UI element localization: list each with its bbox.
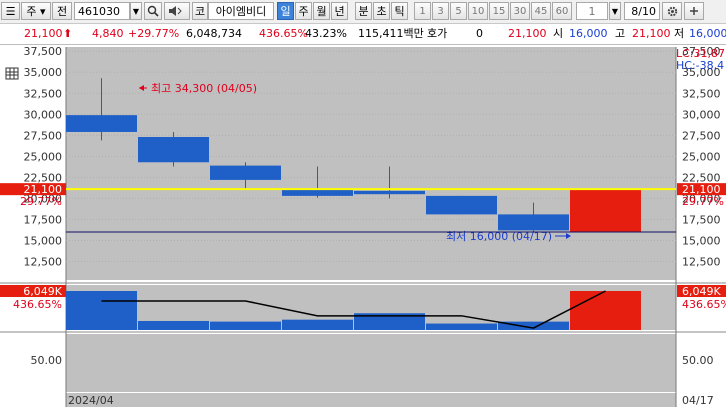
hoga-value: 0 — [476, 27, 483, 40]
period-second-tab[interactable]: 초 — [373, 2, 390, 20]
date-axis-panel — [66, 393, 676, 407]
market-select-label: 주 — [26, 5, 37, 18]
y-tick-label-right: 25,000 — [682, 150, 721, 163]
current-rate-label-left: 29.77% — [20, 195, 62, 208]
quote-bar: 21,100 ⬆ 4,840 +29.77% 6,048,734 436.65%… — [0, 24, 726, 45]
period-year-tab[interactable]: 년 — [331, 2, 348, 20]
y-tick-label-left: 35,000 — [24, 66, 63, 79]
y-tick-label-left: 32,500 — [24, 87, 63, 100]
current-price: 21,100 — [24, 27, 63, 40]
search-icon[interactable] — [144, 2, 162, 20]
candle-body — [282, 189, 353, 196]
indicator-panel — [66, 334, 676, 392]
low-label: 저 — [674, 27, 685, 40]
volume-max-label-left: 6,049K — [23, 285, 62, 298]
volume-bar — [210, 321, 281, 330]
volume-rate-label-left: 436.65% — [13, 298, 62, 311]
y-tick-label-left: 15,000 — [24, 234, 63, 247]
gear-icon[interactable] — [662, 2, 682, 20]
toolbar: ☰ 주 ▾ 전 461030 ▼ 코 아이엠비디 일 주 월 년 분 초 틱 1… — [0, 0, 726, 24]
candle-body — [354, 190, 425, 195]
code-dropdown-icon[interactable]: ▼ — [130, 2, 142, 20]
x-start-label: 2024/04 — [68, 394, 114, 407]
hoga-label: 호가 — [427, 27, 448, 40]
max-annotation-text: 최고 34,300 (04/05) — [151, 82, 257, 95]
period-minute-tab[interactable]: 분 — [355, 2, 372, 20]
y-tick-label-left: 37,500 — [24, 45, 63, 58]
y-tick-label-right: 15,000 — [682, 234, 721, 247]
open-value: 16,000 — [569, 27, 608, 40]
stock-name: 아이엠비디 — [208, 2, 274, 20]
interval-15-button[interactable]: 15 — [489, 2, 509, 20]
volume-max-label-right: 6,049K — [682, 285, 721, 298]
candle-body — [66, 115, 137, 132]
volume-bar — [66, 291, 137, 330]
volume-bar — [282, 319, 353, 330]
volume-bar — [570, 291, 641, 330]
plus-icon[interactable] — [684, 2, 704, 20]
interval-1-button[interactable]: 1 — [414, 2, 431, 20]
period-week-tab[interactable]: 주 — [295, 2, 312, 20]
y-tick-label-left: 27,500 — [24, 129, 63, 142]
interval-30-button[interactable]: 30 — [510, 2, 530, 20]
open-label: 시 — [553, 27, 564, 40]
x-end-label: 04/17 — [682, 394, 714, 407]
candle-body — [426, 195, 497, 215]
candle-body — [210, 165, 281, 180]
indicator-tick-right: 50.00 — [682, 354, 714, 367]
low-value: 16,000 — [689, 27, 726, 40]
hc-label: HC:-38,4 — [676, 59, 724, 72]
change-amount: 4,840 — [92, 27, 124, 40]
current-rate-label-right: 29.77% — [682, 195, 724, 208]
y-tick-label-right: 27,500 — [682, 129, 721, 142]
y-tick-label-right: 12,500 — [682, 255, 721, 268]
y-tick-label-left: 17,500 — [24, 213, 63, 226]
hoga-price: 21,100 — [508, 27, 547, 40]
interval-3-button[interactable]: 3 — [432, 2, 449, 20]
high-label: 고 — [615, 27, 626, 40]
ratio: 43.23% — [305, 27, 347, 40]
interval-60-button[interactable]: 60 — [552, 2, 572, 20]
count-input[interactable]: 1 — [576, 2, 608, 20]
chart-menu-icon[interactable]: ☰ — [1, 2, 20, 20]
count-dropdown-icon[interactable]: ▼ — [609, 2, 621, 20]
change-rate: +29.77% — [128, 27, 180, 40]
interval-10-button[interactable]: 10 — [468, 2, 488, 20]
volume-bar — [138, 320, 209, 330]
y-tick-label-right: 17,500 — [682, 213, 721, 226]
y-tick-label-right: 30,000 — [682, 108, 721, 121]
volume-rate: 436.65% — [259, 27, 308, 40]
trade-amount: 115,411백만 — [358, 27, 424, 40]
volume-rate-label-right: 436.65% — [682, 298, 726, 311]
name-prefix: 코 — [192, 2, 208, 20]
volume-bar — [426, 323, 497, 330]
page-display: 8/10 — [624, 2, 660, 20]
interval-5-button[interactable]: 5 — [450, 2, 467, 20]
candle-body — [570, 189, 641, 233]
high-value: 21,100 — [632, 27, 671, 40]
y-tick-label-left: 30,000 — [24, 108, 63, 121]
speaker-icon[interactable] — [164, 2, 190, 20]
stock-code-input[interactable]: 461030 — [74, 2, 130, 20]
candle-body — [138, 137, 209, 163]
y-tick-label-right: 32,500 — [682, 87, 721, 100]
max-annotation: 최고 34,300 (04/05) — [139, 82, 257, 95]
market-select[interactable]: 주 ▾ — [21, 2, 51, 20]
period-tick-tab[interactable]: 틱 — [391, 2, 408, 20]
period-day-tab[interactable]: 일 — [277, 2, 294, 20]
candle-body — [498, 214, 569, 231]
price-chart[interactable]: 37,500 37,50035,000 35,00032,500 32,50030,0… — [0, 45, 726, 407]
period-month-tab[interactable]: 월 — [313, 2, 330, 20]
y-tick-label-left: 25,000 — [24, 150, 63, 163]
interval-45-button[interactable]: 45 — [531, 2, 551, 20]
up-arrow-icon: ⬆ — [63, 27, 73, 40]
y-tick-label-left: 12,500 — [24, 255, 63, 268]
indicator-tick-left: 50.00 — [31, 354, 63, 367]
all-button[interactable]: 전 — [52, 2, 72, 20]
volume: 6,048,734 — [186, 27, 242, 40]
